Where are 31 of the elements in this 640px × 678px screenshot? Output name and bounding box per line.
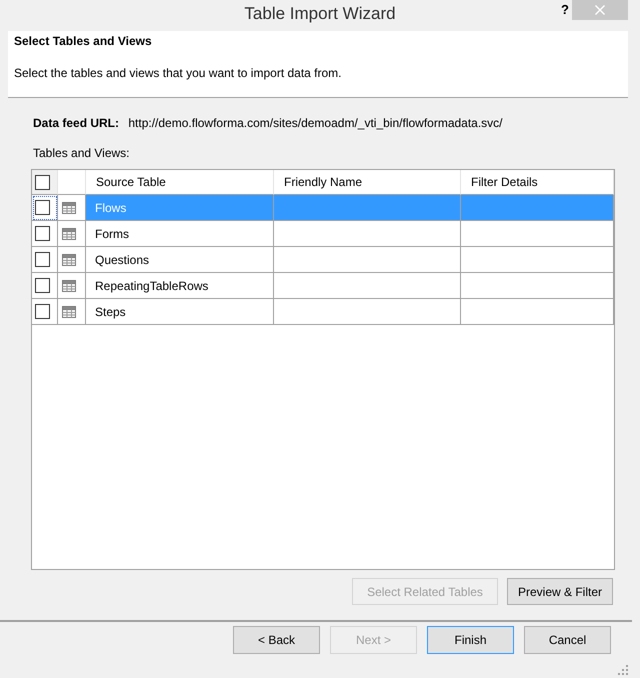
resize-grip-icon[interactable] (618, 665, 628, 675)
table-cell[interactable]: Steps (86, 299, 274, 325)
list-label: Tables and Views: (32, 146, 131, 161)
column-header[interactable]: Friendly Name (274, 170, 461, 195)
table-icon (62, 228, 76, 240)
row-checkbox[interactable] (35, 278, 50, 293)
table-icon (62, 280, 76, 292)
action-button[interactable]: Preview & Filter (507, 578, 613, 605)
table-cell[interactable]: Forms (86, 221, 274, 247)
column-header[interactable]: Filter Details (461, 170, 614, 195)
nav-button[interactable]: Finish (427, 626, 514, 654)
nav-button[interactable]: < Back (233, 626, 320, 654)
select-all-checkbox[interactable] (35, 174, 50, 190)
row-checkbox[interactable] (35, 226, 50, 241)
row-checkbox[interactable] (35, 200, 50, 215)
help-button[interactable]: ? (561, 2, 569, 17)
page-description: Select the tables and views that you want to import data from. (14, 66, 343, 81)
table-cell[interactable]: RepeatingTableRows (86, 273, 274, 299)
row-checkbox[interactable] (35, 252, 50, 267)
table-icon (62, 306, 76, 318)
nav-button[interactable]: Cancel (524, 626, 611, 654)
table-cell[interactable]: Questions (86, 247, 274, 273)
url-value: http://demo.flowforma.com/sites/demoadm/_vti_bin/flowformadata.svc/ (128, 116, 503, 130)
row-checkbox[interactable] (35, 304, 50, 319)
table-icon (62, 254, 76, 266)
window-title: Table Import Wizard (244, 4, 396, 25)
column-header[interactable]: Source Table (86, 170, 274, 195)
table-icon (62, 202, 76, 214)
close-icon (595, 5, 605, 15)
page-title: Select Tables and Views (14, 34, 153, 49)
url-label: Data feed URL: (33, 116, 120, 130)
